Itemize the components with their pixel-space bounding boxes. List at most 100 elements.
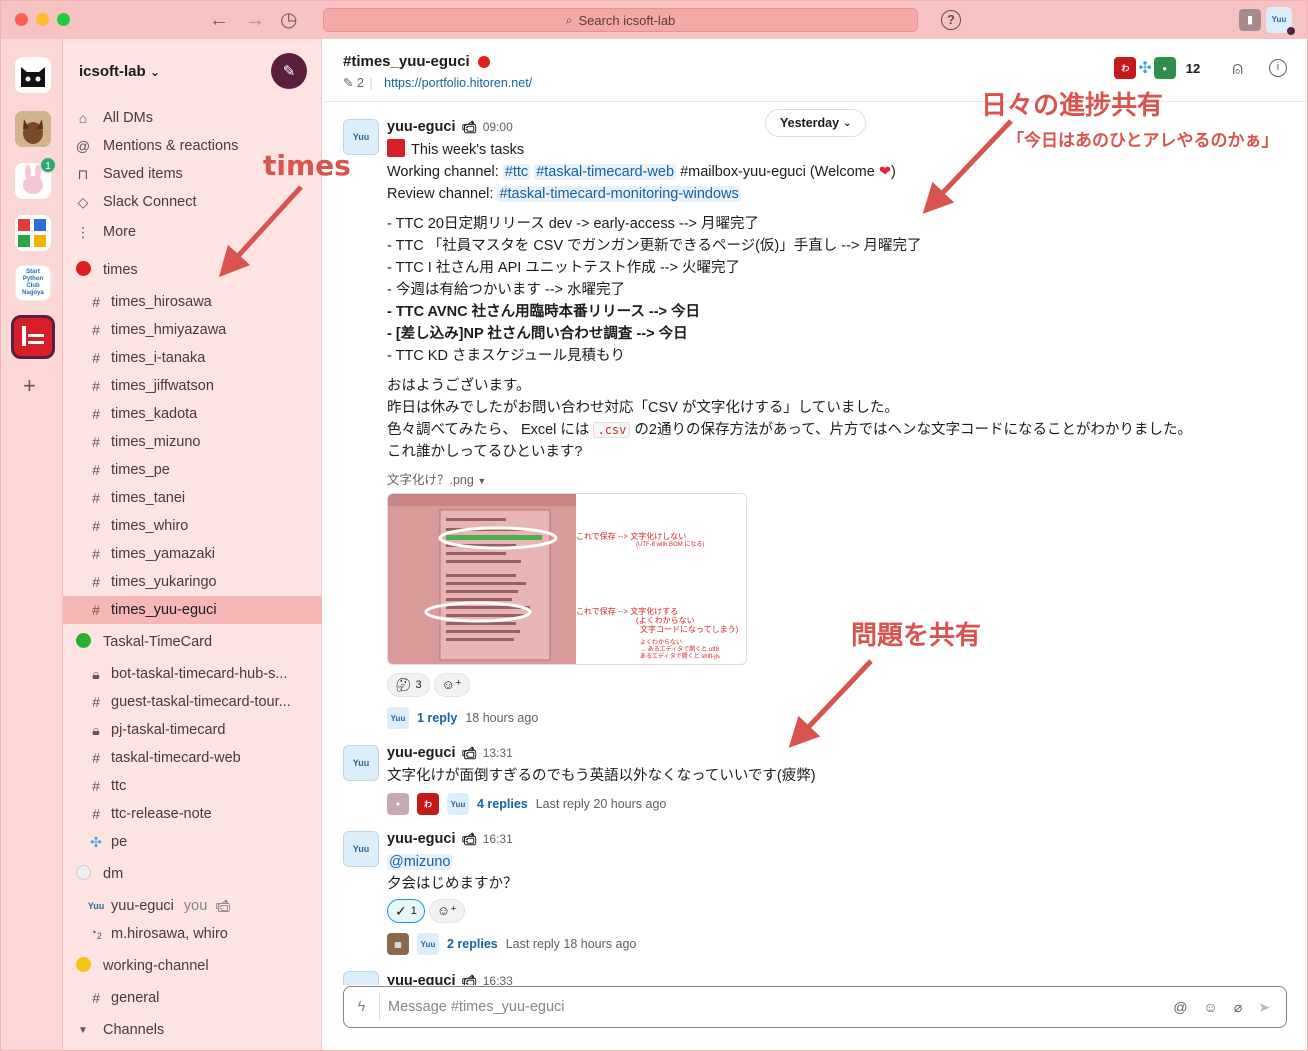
sidebar-item-times[interactable]: # times_hmiyazawa	[63, 316, 322, 344]
user-avatar[interactable]: Yuu	[343, 745, 379, 781]
section-dm[interactable]: dm	[63, 860, 322, 888]
sidebar-item-dm-group[interactable]: ◔2 m.hirosawa, whiro	[63, 920, 322, 948]
info-icon[interactable]: i	[1269, 59, 1287, 77]
sidebar-item-dm-yuu-eguci[interactable]: Yuu yuu-eguci you 📹︎	[63, 892, 322, 920]
message-time[interactable]: 09:00	[483, 120, 513, 134]
zoom-window-button[interactable]	[57, 13, 70, 26]
sidebar-item-times[interactable]: # times_yukaringo	[63, 568, 322, 596]
forward-arrow-icon[interactable]: →	[245, 8, 265, 32]
minimize-window-button[interactable]	[36, 13, 49, 26]
thumb-note-2: これで保存 --> 文字化けする (よくわからない 文字コードになってしまう)	[576, 607, 739, 634]
channel-link-monitoring[interactable]: #taskal-timecard-monitoring-windows	[497, 186, 741, 202]
user-avatar[interactable]: Yuu	[343, 971, 379, 985]
section-channels[interactable]: ▼ Channels	[63, 1016, 322, 1044]
send-icon[interactable]: ➤	[1258, 999, 1270, 1016]
sidebar-item-times[interactable]: # times_i-tanaka	[63, 344, 322, 372]
user-avatar[interactable]: Yuu	[343, 831, 379, 867]
sidebar-item-pj-taskal[interactable]: 🔒︎ pj-taskal-timecard	[63, 716, 322, 744]
back-arrow-icon[interactable]: ←	[209, 8, 229, 32]
sidebar-item-times[interactable]: # times_hirosawa	[63, 288, 322, 316]
replier-avatar: わ	[417, 793, 439, 815]
channel-title[interactable]: #times_yuu-eguci	[343, 53, 490, 70]
video-camera-icon: 📹︎	[461, 746, 477, 760]
workspace-name[interactable]: icsoft-lab ⌄	[79, 63, 160, 80]
shortcuts-bolt-icon[interactable]: ϟ	[344, 994, 380, 1020]
mention-at-icon[interactable]: @	[1173, 999, 1187, 1016]
sidebar-item-times[interactable]: # times_yuu-eguci	[63, 596, 322, 624]
help-icon[interactable]: ?	[941, 10, 961, 30]
section-times[interactable]: times	[63, 256, 322, 284]
sidebar-item-bot-taskal[interactable]: 🔒︎ bot-taskal-timecard-hub-s...	[63, 660, 322, 688]
workspace-dog[interactable]	[15, 111, 51, 147]
file-name[interactable]: 文字化け？.png ▼	[387, 469, 486, 488]
reply-count[interactable]: 4 replies	[477, 797, 528, 811]
section-working-channel[interactable]: working-channel	[63, 952, 322, 980]
channel-topic-link[interactable]: https://portfolio.hitoren.net/	[384, 76, 532, 90]
sidebar-item-times[interactable]: # times_pe	[63, 456, 322, 484]
pin-count[interactable]: 2	[357, 76, 364, 90]
workspace-icsoft-cat[interactable]	[15, 57, 51, 93]
image-attachment[interactable]: これで保存 --> 文字化けしない (UTF-8 with BOM になる) これ…	[387, 493, 747, 665]
history-clock-icon[interactable]: ◷	[280, 8, 297, 32]
message-author[interactable]: yuu-eguci	[387, 745, 455, 761]
lock-icon: 🔒︎	[92, 721, 100, 738]
sidebar-item-all-dms[interactable]: ⌂ All DMs	[63, 104, 322, 132]
channel-link-taskal-web[interactable]: #taskal-timecard-web	[534, 164, 677, 180]
sidebar-item-pe[interactable]: ✣ pe	[63, 828, 322, 856]
sidebar-item-times[interactable]: # times_yamazaki	[63, 540, 322, 568]
message-time[interactable]: 13:31	[483, 746, 513, 760]
add-workspace-icon[interactable]: +	[23, 373, 36, 399]
member-count: 12	[1185, 60, 1201, 76]
message-composer[interactable]: ϟ Message #times_yuu-eguci @ ☺ ⌀ ➤	[343, 986, 1287, 1028]
message-author[interactable]: yuu-eguci	[387, 119, 455, 135]
task-line: - 今週は有給つかいます --> 水曜完了	[387, 282, 626, 298]
hash-icon: #	[92, 574, 100, 590]
thumb-note-1: これで保存 --> 文字化けしない (UTF-8 with BOM になる)	[576, 532, 705, 548]
search-bar[interactable]: ⌕ Search icsoft-lab	[323, 8, 918, 32]
thread-summary[interactable]: Yuu 1 reply 18 hours ago	[387, 707, 538, 729]
attachment-clip-icon[interactable]: ⌀	[1234, 999, 1242, 1016]
video-status-icon[interactable]: ▮	[1239, 9, 1261, 31]
sidebar-item-times[interactable]: # times_tanei	[63, 484, 322, 512]
sidebar-item-more[interactable]: ⋮ More	[63, 218, 322, 246]
add-reaction-button[interactable]: ☺⁺	[428, 899, 465, 923]
emoji-icon[interactable]: ☺	[1204, 999, 1218, 1016]
add-member-icon[interactable]: ⍝	[1232, 58, 1243, 79]
sidebar-item-taskal-web[interactable]: # taskal-timecard-web	[63, 744, 322, 772]
user-mention[interactable]: @mizuno	[387, 854, 453, 870]
sidebar-item-times[interactable]: # times_mizuno	[63, 428, 322, 456]
sidebar-item-slack-connect[interactable]: ◇ Slack Connect	[63, 188, 322, 216]
replier-avatar: Yuu	[417, 933, 439, 955]
workspace-active[interactable]	[11, 315, 55, 359]
reply-count[interactable]: 1 reply	[417, 711, 457, 725]
message-time[interactable]: 16:31	[483, 832, 513, 846]
red-heart-icon: ❤	[878, 164, 892, 180]
thread-summary[interactable]: ✦ わ Yuu 4 replies Last reply 20 hours ag…	[387, 793, 666, 815]
sidebar-item-general[interactable]: # general	[63, 984, 322, 1012]
reaction-check[interactable]: ✓ 1	[387, 899, 425, 923]
section-taskal-timecard[interactable]: Taskal-TimeCard	[63, 628, 322, 656]
reply-count[interactable]: 2 replies	[447, 937, 498, 951]
message-time[interactable]: 16:33	[483, 974, 513, 985]
sidebar-item-times[interactable]: # times_whiro	[63, 512, 322, 540]
compose-button[interactable]: ✎	[271, 53, 307, 89]
message-author[interactable]: yuu-eguci	[387, 973, 455, 985]
search-icon: ⌕	[565, 12, 573, 27]
sidebar-item-ttc-release-note[interactable]: # ttc-release-note	[63, 800, 322, 828]
workspace-colorful[interactable]	[15, 215, 51, 251]
workspace-start-python[interactable]: Start Python Club Nagoya	[15, 265, 51, 301]
member-avatars[interactable]: わ ✣ ● 12	[1114, 57, 1200, 79]
channel-link-ttc[interactable]: #ttc	[502, 164, 531, 180]
pin-icon[interactable]: ✎	[343, 76, 353, 90]
message-author[interactable]: yuu-eguci	[387, 831, 455, 847]
reaction-thinking[interactable]: 🤔︎ 3	[387, 673, 430, 697]
sidebar-item-ttc[interactable]: # ttc	[63, 772, 322, 800]
add-reaction-button[interactable]: ☺⁺	[433, 673, 470, 697]
composer-placeholder[interactable]: Message #times_yuu-eguci	[380, 999, 1173, 1015]
close-window-button[interactable]	[15, 13, 28, 26]
thread-summary[interactable]: ▦ Yuu 2 replies Last reply 18 hours ago	[387, 933, 636, 955]
message-body: @mizuno 夕会はじめますか？	[387, 854, 518, 892]
sidebar-item-times[interactable]: # times_kadota	[63, 400, 322, 428]
sidebar-item-times[interactable]: # times_jiffwatson	[63, 372, 322, 400]
sidebar-item-guest-taskal[interactable]: # guest-taskal-timecard-tour...	[63, 688, 322, 716]
